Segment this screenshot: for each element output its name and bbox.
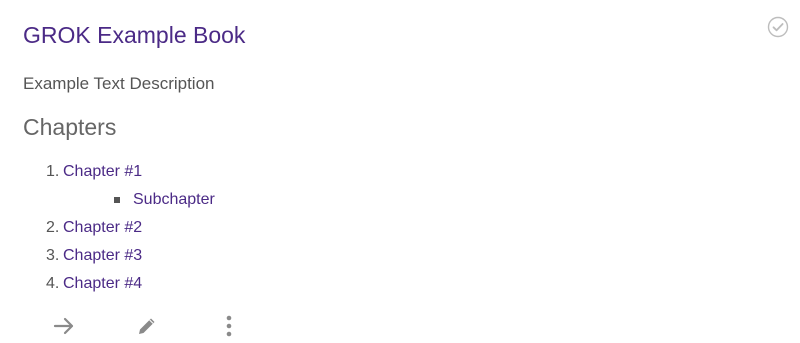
chapter-number: 3.: [46, 247, 60, 264]
subchapter-link[interactable]: Subchapter: [133, 186, 215, 214]
chapter-link-3[interactable]: Chapter #3: [63, 242, 142, 270]
card-action-bar: [0, 312, 800, 340]
check-circle-icon[interactable]: [767, 16, 789, 38]
subchapter-bullet: [114, 197, 120, 203]
book-card: GROK Example Book Example Text Descripti…: [0, 0, 800, 343]
chapter-number: 2.: [46, 219, 60, 236]
open-book-button[interactable]: [50, 312, 78, 340]
edit-book-button[interactable]: [133, 312, 161, 340]
chapter-link-2[interactable]: Chapter #2: [63, 214, 142, 242]
chapter-number: 4.: [46, 275, 60, 292]
arrow-right-icon: [50, 312, 78, 340]
chapters-heading: Chapters: [23, 114, 117, 140]
chapter-link-1[interactable]: Chapter #1: [63, 158, 142, 186]
chapter-number: 1.: [46, 163, 60, 180]
pencil-icon: [133, 312, 161, 340]
more-options-button[interactable]: [215, 312, 243, 340]
book-description: Example Text Description: [23, 74, 215, 93]
book-title-link[interactable]: GROK Example Book: [23, 20, 245, 50]
chapter-link-4[interactable]: Chapter #4: [63, 270, 142, 298]
more-vertical-icon: [215, 312, 243, 340]
